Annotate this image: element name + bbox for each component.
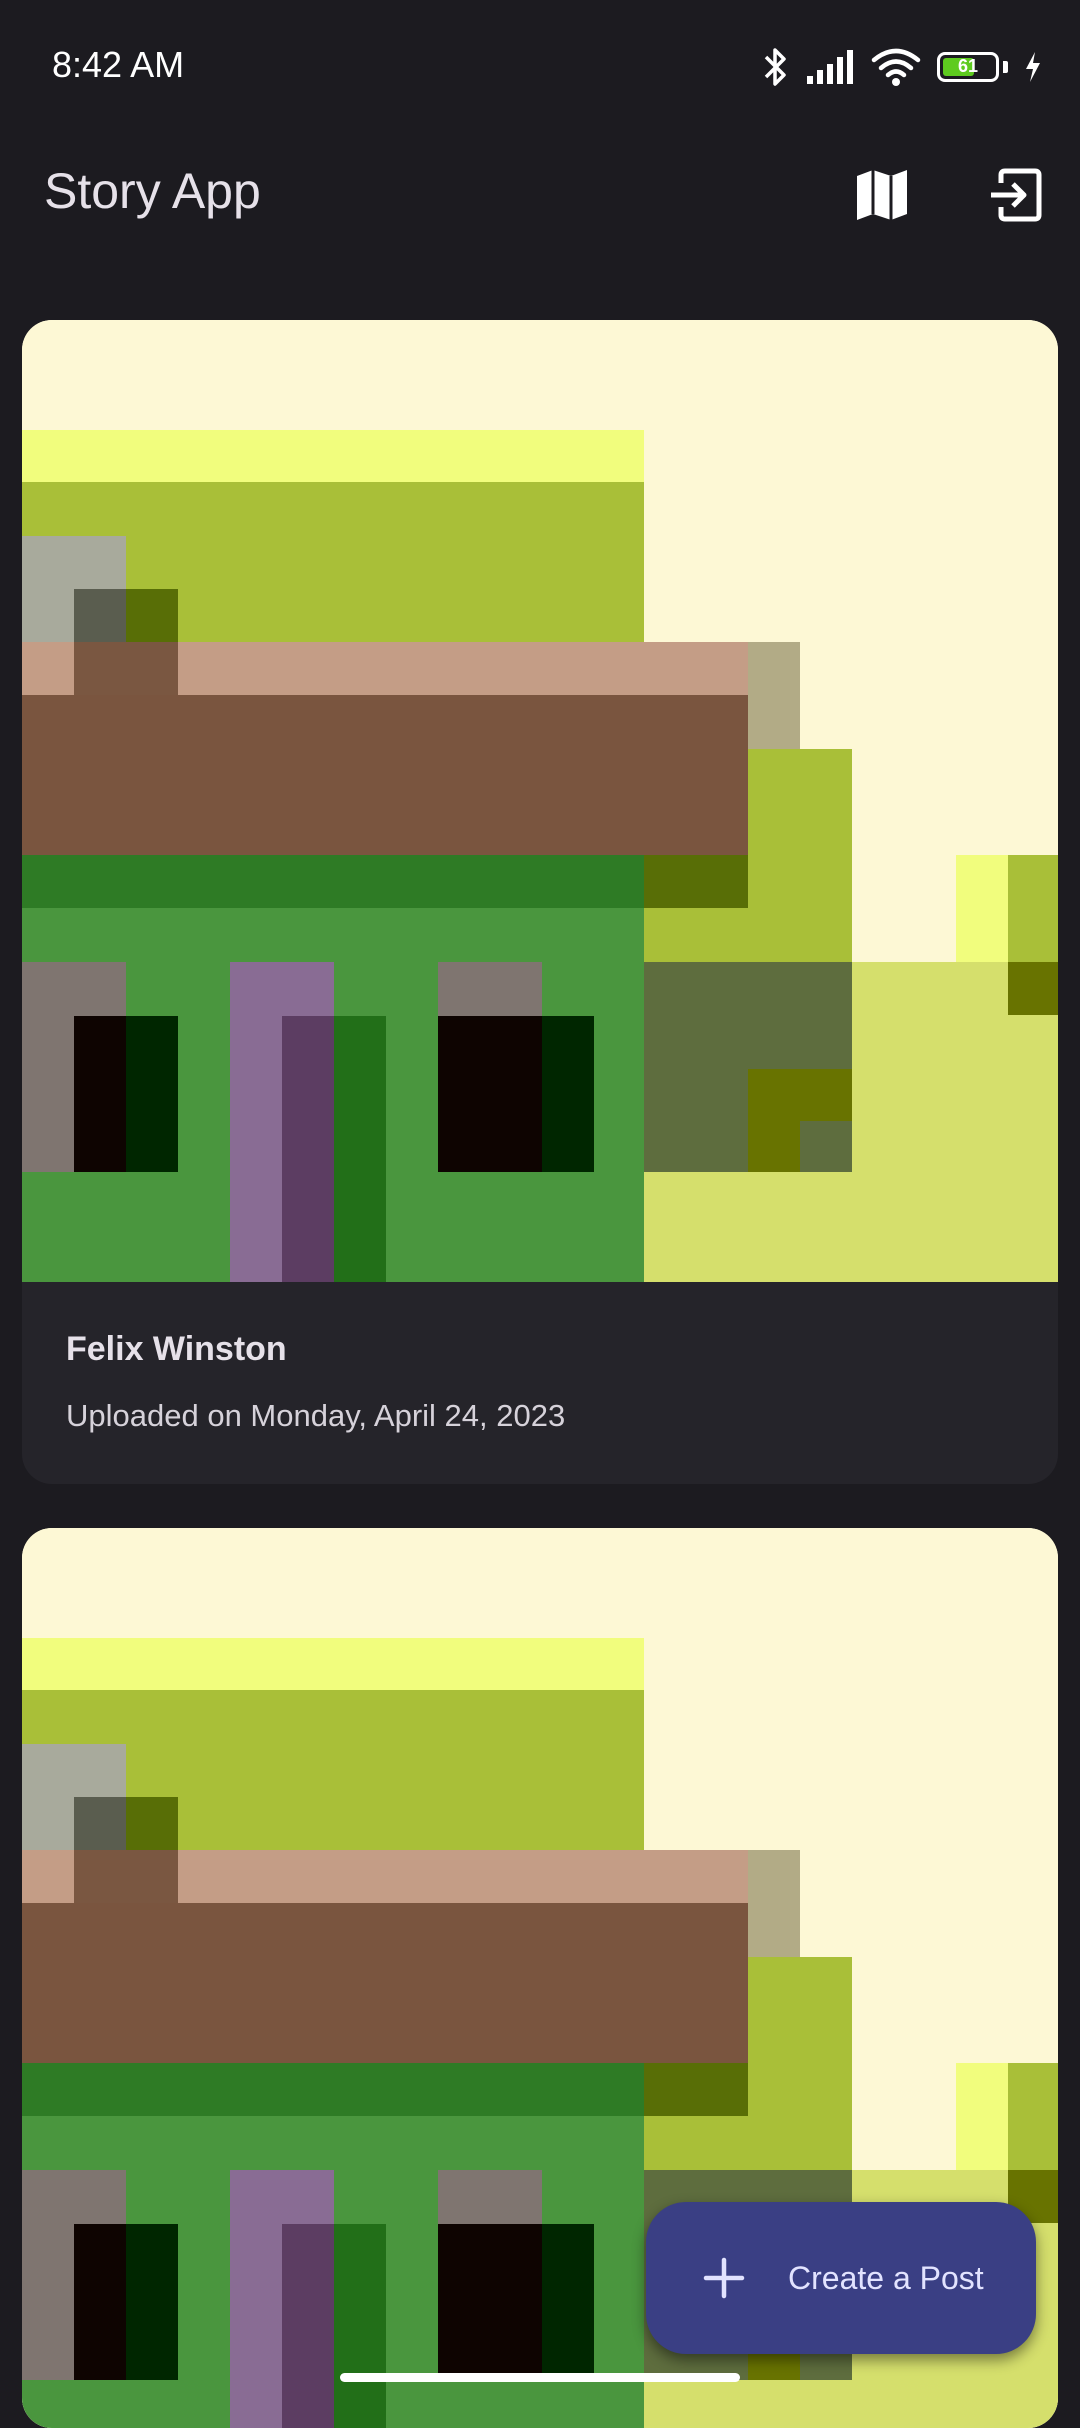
bluetooth-icon <box>764 48 786 86</box>
create-post-fab[interactable]: Create a Post <box>646 2202 1036 2354</box>
app-title: Story App <box>44 163 261 219</box>
create-post-label: Create a Post <box>788 2259 984 2296</box>
battery-level: 61 <box>957 56 979 76</box>
map-button[interactable] <box>837 150 927 240</box>
story-image <box>22 320 1058 1282</box>
battery-tip <box>1003 61 1008 73</box>
signal-icon <box>807 50 853 84</box>
home-indicator[interactable] <box>340 2373 740 2382</box>
story-author: Felix Winston <box>66 1330 287 1368</box>
status-time: 8:42 AM <box>52 44 185 85</box>
charging-icon <box>1026 52 1040 82</box>
top-app-bar: Story App <box>0 130 1080 260</box>
status-icons: 61 <box>763 42 1042 92</box>
story-card[interactable]: Felix Winston Uploaded on Monday, April … <box>22 320 1058 1484</box>
map-icon <box>857 170 907 220</box>
status-bar: 8:42 AM 61 <box>0 0 1080 130</box>
logout-button[interactable] <box>970 150 1060 240</box>
logout-icon <box>991 168 1042 222</box>
plus-icon <box>703 2257 745 2299</box>
battery-icon: 61 <box>937 52 999 82</box>
wifi-icon <box>871 48 921 86</box>
story-date: Uploaded on Monday, April 24, 2023 <box>66 1398 566 1433</box>
